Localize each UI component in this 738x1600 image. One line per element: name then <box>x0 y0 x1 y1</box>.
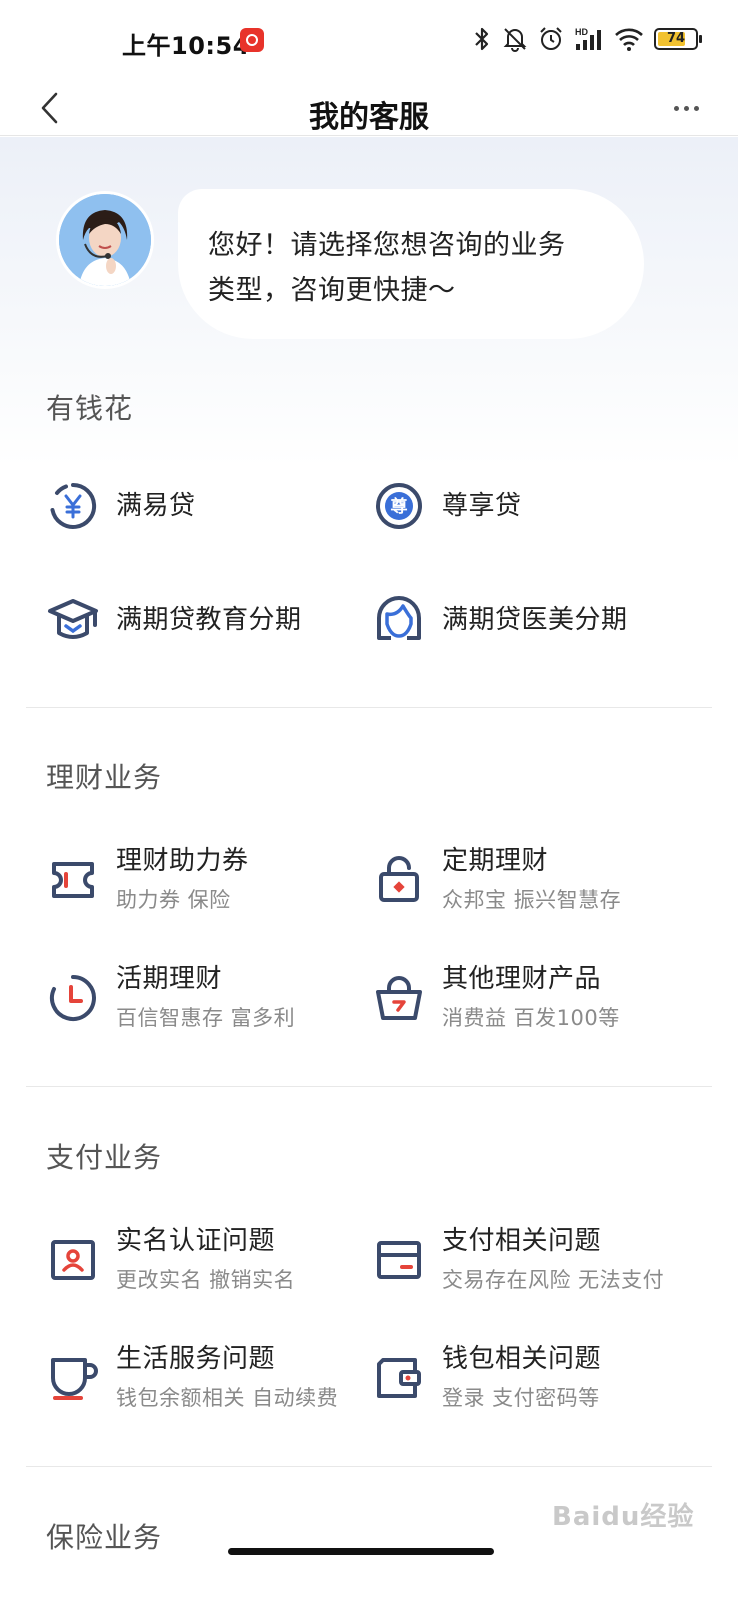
more-options-button[interactable] <box>664 86 708 130</box>
service-subtitle: 消费益 百发100等 <box>442 1006 620 1030</box>
service-item-zunxiangdai[interactable]: 尊 尊享贷 <box>372 483 522 533</box>
more-dot-icon <box>673 105 679 111</box>
status-bar: 上午10:54 HD 74 <box>0 0 738 84</box>
face-icon <box>372 593 426 647</box>
service-item-current[interactable]: 活期理财 百信智惠存 富多利 <box>46 961 295 1033</box>
yen-icon <box>46 479 100 533</box>
service-label: 定期理财 <box>442 846 549 876</box>
id-card-icon <box>46 1233 100 1287</box>
service-label: 其他理财产品 <box>442 964 602 994</box>
service-label: 满期贷教育分期 <box>116 605 302 635</box>
zun-icon: 尊 <box>372 479 426 533</box>
service-item-fixed-term[interactable]: 定期理财 众邦宝 振兴智慧存 <box>372 843 621 915</box>
zun-icon-text: 尊 <box>391 496 408 517</box>
home-indicator[interactable] <box>228 1548 494 1555</box>
bluetooth-icon <box>475 27 489 51</box>
more-dot-icon <box>683 105 689 111</box>
wallet-icon <box>372 1351 426 1405</box>
service-label: 活期理财 <box>116 964 223 994</box>
service-label: 支付相关问题 <box>442 1226 602 1256</box>
service-item-other-products[interactable]: 其他理财产品 消费益 百发100等 <box>372 961 620 1033</box>
service-subtitle: 钱包余额相关 自动续费 <box>116 1386 339 1410</box>
cup-icon <box>46 1351 100 1405</box>
service-label: 生活服务问题 <box>116 1344 276 1374</box>
section-title: 保险业务 <box>46 1521 163 1554</box>
wifi-icon <box>615 28 643 51</box>
service-item-life-service[interactable]: 生活服务问题 钱包余额相关 自动续费 <box>46 1341 338 1413</box>
status-time: 上午10:54 <box>122 32 250 60</box>
service-item-realname[interactable]: 实名认证问题 更改实名 撤销实名 <box>46 1223 295 1295</box>
graduation-cap-icon <box>46 593 100 647</box>
section-divider <box>26 1086 712 1087</box>
agent-portrait-icon <box>59 194 151 286</box>
service-item-wallet[interactable]: 钱包相关问题 登录 支付密码等 <box>372 1341 601 1413</box>
service-subtitle: 交易存在风险 无法支付 <box>442 1268 665 1292</box>
page-title: 我的客服 <box>309 100 429 135</box>
service-label: 钱包相关问题 <box>442 1344 602 1374</box>
service-item-medical-beauty[interactable]: 满期贷医美分期 <box>372 596 628 647</box>
service-item-manyidai[interactable]: 满易贷 <box>46 482 196 533</box>
service-subtitle: 登录 支付密码等 <box>442 1386 600 1410</box>
greeting-line-1: 您好！请选择您想咨询的业务 <box>208 230 566 261</box>
mute-bell-icon <box>503 28 527 52</box>
signal-icon: HD <box>575 27 601 50</box>
service-label: 实名认证问题 <box>116 1226 276 1256</box>
greeting-area: 您好！请选择您想咨询的业务 类型，咨询更快捷～ <box>0 137 738 387</box>
card-icon <box>372 1233 426 1287</box>
section-divider <box>26 1466 712 1467</box>
more-dot-icon <box>693 105 699 111</box>
alarm-icon <box>540 27 562 50</box>
service-label: 理财助力券 <box>116 846 249 876</box>
service-label: 满易贷 <box>116 491 196 521</box>
hd-label: HD <box>575 27 588 37</box>
battery-icon: 74 <box>654 28 702 50</box>
agent-avatar <box>56 191 154 289</box>
clock-icon <box>46 971 100 1025</box>
battery-level: 74 <box>666 31 686 46</box>
service-subtitle: 助力券 保险 <box>116 888 231 912</box>
section-title: 支付业务 <box>46 1141 163 1174</box>
service-item-payment-issues[interactable]: 支付相关问题 交易存在风险 无法支付 <box>372 1223 664 1295</box>
service-item-education[interactable]: 满期贷教育分期 <box>46 599 302 647</box>
service-subtitle: 更改实名 撤销实名 <box>116 1268 296 1292</box>
section-title: 有钱花 <box>46 392 134 425</box>
status-icons: HD 74 <box>472 24 702 54</box>
basket-icon <box>372 971 426 1025</box>
app-notification-icon <box>240 28 264 52</box>
service-subtitle: 百信智惠存 富多利 <box>116 1006 296 1030</box>
nav-bar: 我的客服 <box>0 84 738 136</box>
section-divider <box>26 707 712 708</box>
lock-icon <box>372 853 426 907</box>
greeting-bubble: 您好！请选择您想咨询的业务 类型，咨询更快捷～ <box>178 189 644 339</box>
service-subtitle: 众邦宝 振兴智慧存 <box>442 888 622 912</box>
service-label: 满期贷医美分期 <box>442 605 628 635</box>
greeting-line-2: 类型，咨询更快捷～ <box>208 275 456 306</box>
section-title: 理财业务 <box>46 761 163 794</box>
service-item-licai-coupon[interactable]: 理财助力券 助力券 保险 <box>46 843 249 915</box>
ticket-icon <box>46 853 100 907</box>
service-label: 尊享贷 <box>442 491 522 521</box>
watermark: Baidu经验 <box>552 1502 695 1532</box>
